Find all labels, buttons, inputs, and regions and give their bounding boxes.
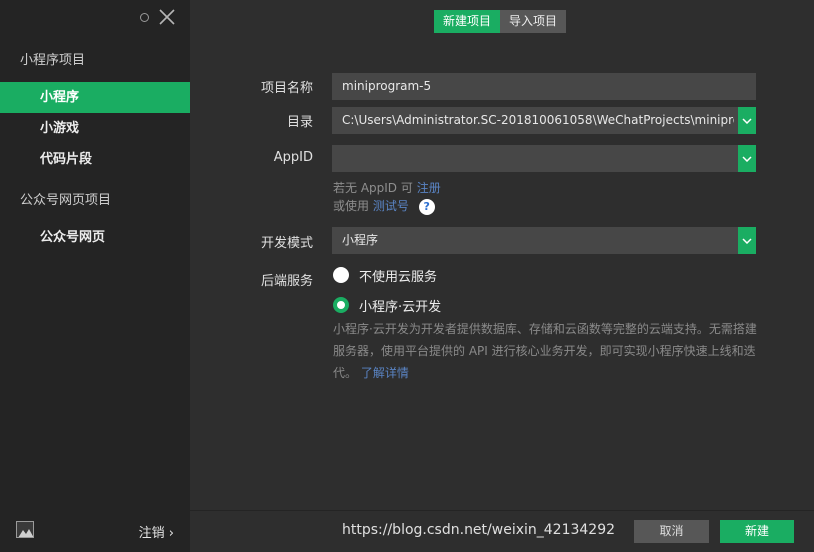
directory-label: 目录	[286, 115, 313, 130]
logout-button[interactable]: 注销 ›	[139, 522, 174, 541]
learn-more-link[interactable]: 了解详情	[361, 366, 409, 380]
chevron-down-icon[interactable]	[738, 227, 756, 254]
test-account-link[interactable]: 测试号	[373, 199, 409, 213]
cloud-description: 小程序·云开发为开发者提供数据库、存储和云函数等完整的云端支持。无需搭建服务器，…	[333, 318, 763, 384]
appid-register-hint: 若无 AppID 可 注册	[333, 179, 441, 196]
directory-select[interactable]: C:\Users\Administrator.SC-201810061058\W…	[332, 107, 756, 134]
sidebar-item-miniprogram[interactable]: 小程序	[0, 82, 190, 113]
appid-label: AppID	[273, 150, 313, 165]
cancel-button[interactable]: 取消	[634, 520, 709, 543]
appid-select[interactable]	[332, 145, 756, 172]
register-link[interactable]: 注册	[417, 181, 441, 195]
sidebar: 小程序项目 小程序 小游戏 代码片段 公众号网页项目 公众号网页 注销 ›	[0, 0, 190, 552]
sidebar-item-code-snippet[interactable]: 代码片段	[0, 144, 190, 175]
sidebar-footer: 注销 ›	[0, 510, 190, 552]
dot-icon[interactable]	[140, 12, 149, 22]
dev-mode-value: 小程序	[342, 233, 379, 247]
watermark-text: https://blog.csdn.net/weixin_42134292	[342, 522, 616, 538]
project-tabs: 新建项目 导入项目	[434, 10, 567, 33]
tab-import-project[interactable]: 导入项目	[500, 10, 567, 33]
radio-no-cloud-label[interactable]: 不使用云服务	[359, 266, 437, 285]
tab-new-project[interactable]: 新建项目	[434, 10, 501, 33]
test-account-hint: 或使用 测试号 ?	[333, 197, 435, 215]
chevron-down-icon[interactable]	[738, 107, 756, 134]
close-icon[interactable]	[158, 8, 176, 26]
main-panel: 新建项目 导入项目 项目名称 miniprogram-5 目录 C:\Users…	[190, 0, 814, 552]
dev-mode-select[interactable]: 小程序	[332, 227, 756, 254]
window-controls	[140, 8, 176, 26]
group-title-webpage: 公众号网页项目	[20, 193, 112, 208]
appid-hint-text: 若无 AppID 可	[333, 181, 413, 195]
project-name-input[interactable]: miniprogram-5	[332, 73, 756, 100]
chevron-down-icon[interactable]	[738, 145, 756, 172]
project-name-value: miniprogram-5	[342, 79, 432, 93]
backend-label: 后端服务	[260, 274, 313, 289]
group-title-miniprogram: 小程序项目	[20, 53, 86, 68]
radio-cloud-dev[interactable]	[333, 297, 349, 313]
test-hint-text: 或使用	[333, 199, 370, 213]
landscape-icon[interactable]	[16, 521, 34, 538]
directory-value: C:\Users\Administrator.SC-201810061058\W…	[342, 113, 734, 127]
help-icon[interactable]: ?	[418, 198, 435, 215]
project-name-label: 项目名称	[260, 81, 313, 96]
create-button[interactable]: 新建	[720, 520, 794, 543]
radio-no-cloud[interactable]	[333, 267, 349, 283]
footer-divider	[190, 510, 814, 511]
radio-cloud-dev-label[interactable]: 小程序·云开发	[359, 296, 441, 315]
sidebar-item-minigame[interactable]: 小游戏	[0, 113, 190, 144]
sidebar-item-webpage[interactable]: 公众号网页	[0, 222, 190, 253]
dev-mode-label: 开发模式	[260, 236, 313, 251]
